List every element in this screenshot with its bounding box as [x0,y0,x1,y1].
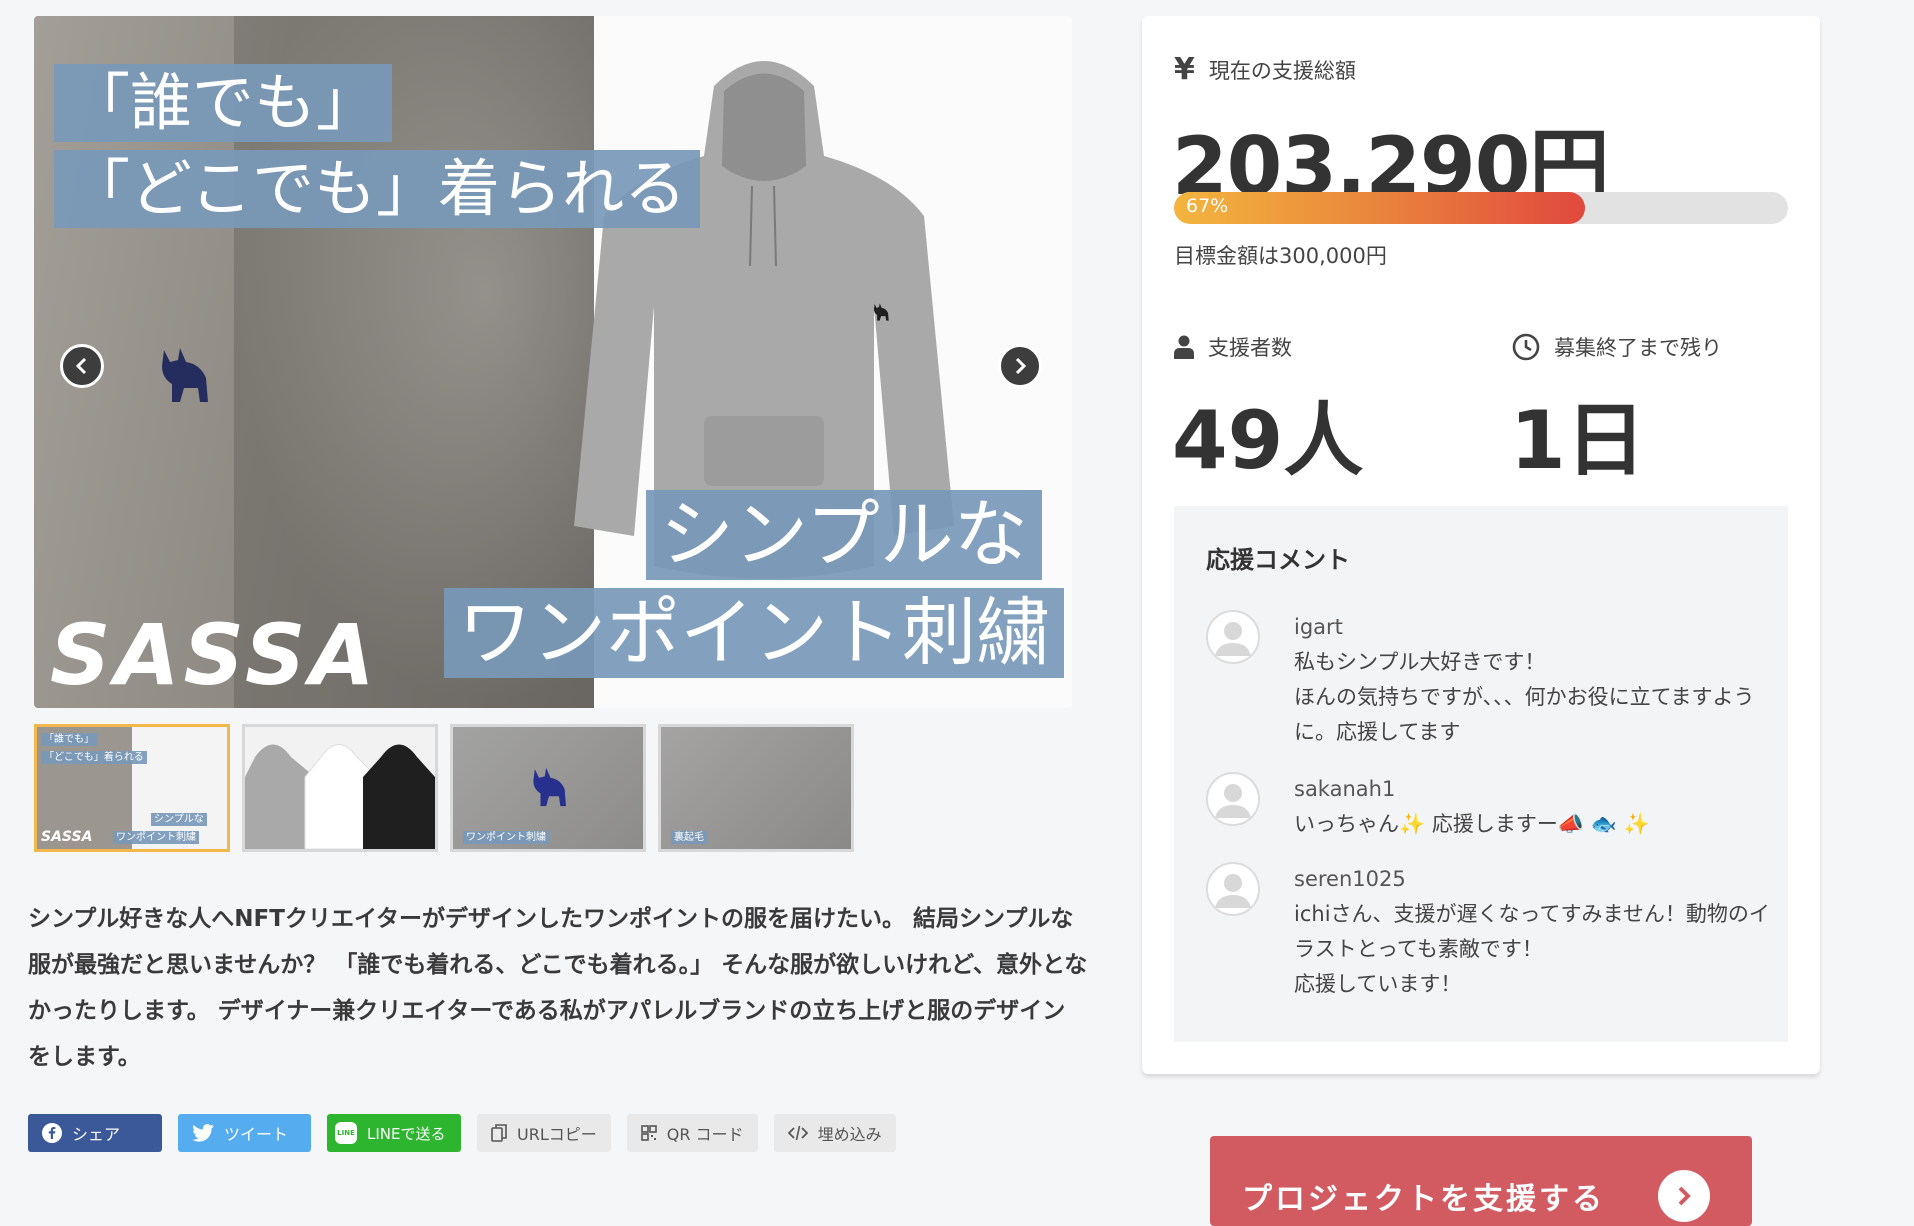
support-project-button[interactable]: プロジェクトを支援する [1210,1136,1752,1226]
thumbnail-logo: SASSA [41,829,93,845]
remaining-days: 1日 [1510,394,1646,487]
avatar[interactable] [1206,610,1260,664]
url-copy-button[interactable]: URLコピー [477,1114,611,1152]
support-comments: 応援コメント igart 私もシンプル大好きです！ ほんの気持ちですが、、、何か… [1174,506,1788,1042]
brand-logo: SASSA [50,606,379,704]
user-avatar-icon [1215,874,1251,908]
progress-fill [1174,192,1586,224]
chevron-right-icon [1015,357,1027,375]
comment-text: ichiさん、支援が遅くなってすみません！動物のイラストとっても素敵です！ 応援… [1294,902,1770,996]
thumbnail-caption: 裏起毛 [671,831,707,844]
slide-next-button[interactable] [998,344,1042,388]
total-funding-label: 現在の支援総額 [1208,58,1356,83]
hoodie-trio-image [245,744,435,849]
backers-header: 支援者数 [1174,332,1292,362]
thumbnail-caption: 「どこでも」着られる [41,751,147,764]
comment-text: いっちゃん✨ 応援しますー📣 🐟 ✨ [1294,812,1650,836]
slide-caption: ワンポイント刺繍 [444,588,1064,678]
avatar[interactable] [1206,862,1260,916]
clock-icon [1512,333,1540,361]
comment-username[interactable]: seren1025 [1294,862,1774,897]
facebook-share-button[interactable]: シェア [28,1114,162,1152]
line-share-label: LINEで送る [367,1124,446,1143]
thumbnail-caption: ワンポイント刺繍 [463,831,549,844]
project-description: シンプル好きな人へNFTクリエイターがデザインしたワンポイントの服を届けたい。 … [28,906,1088,1070]
backers-label: 支援者数 [1208,336,1292,360]
thumbnail-3[interactable]: ワンポイント刺繍 [450,724,646,852]
main-slide-image: 「誰でも」 「どこでも」着られる シンプルな ワンポイント刺繍 SASSA [34,16,1072,708]
thumbnail-caption: ワンポイント刺繍 [113,831,199,844]
avatar[interactable] [1206,772,1260,826]
qr-code-label: QR コード [666,1125,744,1144]
thumbnail-caption: シンプルな [151,813,207,826]
person-icon [1174,335,1194,359]
support-project-label: プロジェクトを支援する [1242,1182,1605,1217]
funding-progress-bar: 67% [1174,192,1788,224]
facebook-share-label: シェア [72,1125,121,1144]
comment-username[interactable]: igart [1294,610,1774,645]
share-bar: シェア ツイート LINE LINEで送る URLコピー QR コード 埋め込み [28,1114,896,1152]
facebook-icon [42,1123,62,1143]
dog-embroidery-icon [533,767,567,807]
remaining-header: 募集終了まで残り [1512,332,1722,362]
funding-panel: ¥ 現在の支援総額 203,290円 67% 目標金額は300,000円 支援者… [1142,16,1820,1074]
thumbnail-4[interactable]: 裏起毛 [658,724,854,852]
user-avatar-icon [1215,784,1251,818]
twitter-share-button[interactable]: ツイート [178,1114,311,1152]
dog-embroidery-icon [873,303,889,321]
goal-amount: 目標金額は300,000円 [1174,244,1387,268]
comment-text: 私もシンプル大好きです！ ほんの気持ちですが、、、何かお役に立てますように。応援… [1294,650,1755,744]
slide-prev-button[interactable] [60,344,104,388]
thumbnail-caption: 「誰でも」 [41,733,97,746]
embed-label: 埋め込み [817,1125,882,1144]
thumbnail-2[interactable] [242,724,438,852]
twitter-icon [192,1124,214,1142]
comment-username[interactable]: sakanah1 [1294,772,1774,807]
qr-code-icon [640,1125,657,1141]
line-icon: LINE [335,1122,357,1144]
qr-code-button[interactable]: QR コード [626,1114,758,1152]
chevron-left-icon [75,357,87,375]
copy-icon [491,1124,507,1142]
slide-caption: 「どこでも」着られる [54,150,701,228]
slide-caption: 「誰でも」 [54,64,393,142]
url-copy-label: URLコピー [517,1125,597,1144]
slide-caption: シンプルな [646,490,1042,580]
dog-embroidery-icon [162,348,208,402]
backers-count: 49人 [1172,394,1364,487]
remaining-label: 募集終了まで残り [1554,336,1722,360]
progress-percent: 67% [1186,195,1229,217]
thumbnail-1[interactable]: 「誰でも」 「どこでも」着られる シンプルな ワンポイント刺繍 SASSA [34,724,230,852]
line-share-button[interactable]: LINE LINEで送る [327,1114,461,1152]
code-icon [787,1125,808,1141]
chevron-right-icon [1678,1186,1691,1206]
thumbnail-strip: 「誰でも」 「どこでも」着られる シンプルな ワンポイント刺繍 SASSA ワン… [34,724,854,852]
twitter-share-label: ツイート [224,1125,289,1144]
yen-icon: ¥ [1174,52,1195,87]
total-funding-header: ¥ 現在の支援総額 [1174,52,1356,87]
comments-title: 応援コメント [1206,546,1350,574]
embed-button[interactable]: 埋め込み [773,1114,896,1152]
arrow-right-circle-icon [1658,1170,1710,1222]
user-avatar-icon [1215,622,1251,656]
